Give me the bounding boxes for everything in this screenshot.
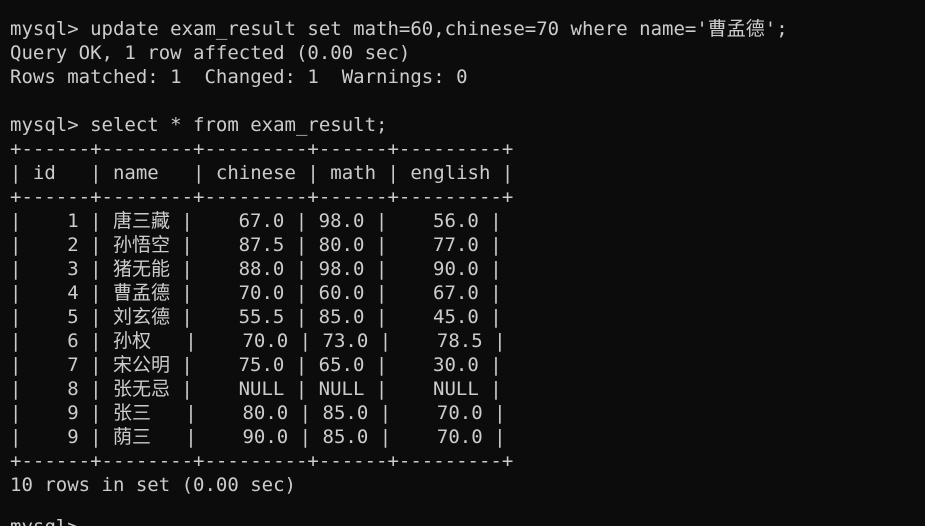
table-row: | 7 | 宋公明 | 75.0 | 65.0 | 30.0 |	[10, 354, 502, 376]
background-window-edge	[0, 0, 9, 290]
command-prompt[interactable]: mysql>	[10, 515, 79, 526]
table-row: | 3 | 猪无能 | 88.0 | 98.0 | 90.0 |	[10, 258, 502, 280]
table-border-bottom: +------+--------+---------+------+------…	[10, 450, 514, 472]
table-border-header: +------+--------+---------+------+------…	[10, 186, 514, 208]
table-header-row: | id | name | chinese | math | english |	[10, 162, 514, 184]
terminal-window[interactable]: mysql> update exam_result set math=60,ch…	[0, 0, 925, 526]
table-row: | 4 | 曹孟德 | 70.0 | 60.0 | 67.0 |	[10, 282, 502, 304]
command-line-select: mysql> select * from exam_result;	[10, 114, 388, 136]
output-rows-in-set: 10 rows in set (0.00 sec)	[10, 474, 296, 496]
table-border-top: +------+--------+---------+------+------…	[10, 138, 514, 160]
table-row: | 6 | 孙权 | 70.0 | 73.0 | 78.5 |	[10, 330, 506, 352]
output-rows-matched: Rows matched: 1 Changed: 1 Warnings: 0	[10, 66, 468, 88]
command-line-update: mysql> update exam_result set math=60,ch…	[10, 18, 788, 40]
table-row: | 9 | 荫三 | 90.0 | 85.0 | 70.0 |	[10, 426, 506, 448]
table-row: | 9 | 张三 | 80.0 | 85.0 | 70.0 |	[10, 402, 506, 424]
output-query-ok: Query OK, 1 row affected (0.00 sec)	[10, 42, 411, 64]
table-row: | 8 | 张无忌 | NULL | NULL | NULL |	[10, 378, 502, 400]
table-row: | 2 | 孙悟空 | 87.5 | 80.0 | 77.0 |	[10, 234, 502, 256]
table-row: | 1 | 唐三藏 | 67.0 | 98.0 | 56.0 |	[10, 210, 502, 232]
table-row: | 5 | 刘玄德 | 55.5 | 85.0 | 45.0 |	[10, 306, 502, 328]
